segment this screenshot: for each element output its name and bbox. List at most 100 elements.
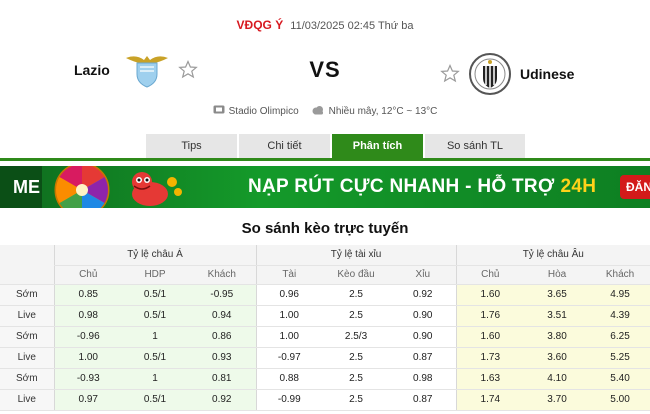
table-row: Live 0.98 0.5/1 0.94 1.00 2.5 0.90 1.76 3.51 4.39 bbox=[0, 305, 650, 327]
odds-cell: 0.81 bbox=[188, 368, 257, 390]
col-header: Hòa bbox=[524, 265, 591, 285]
col-header: Xỉu bbox=[390, 265, 457, 285]
odds-section-title: So sánh kèo trực tuyến bbox=[241, 220, 409, 237]
group-header-european: Tỷ lệ châu Âu bbox=[455, 245, 650, 266]
odds-cell: 0.92 bbox=[390, 284, 457, 306]
row-label: Sớm bbox=[0, 368, 54, 390]
odds-cell: 2.5 bbox=[322, 368, 391, 390]
odds-cell: 1.63 bbox=[455, 368, 525, 390]
table-row: Live 1.00 0.5/1 0.93 -0.97 2.5 0.87 1.73 3.60 5.2… bbox=[0, 347, 650, 369]
favorite-away-star-icon[interactable] bbox=[440, 64, 460, 84]
odds-cell: 2.5 bbox=[322, 347, 391, 369]
away-team-name[interactable]: Udinese bbox=[520, 66, 574, 82]
odds-cell: 0.5/1 bbox=[122, 284, 188, 306]
odds-cell: 1.76 bbox=[455, 305, 525, 327]
odds-cell: 1.00 bbox=[255, 326, 323, 348]
odds-cell: 0.96 bbox=[255, 284, 323, 306]
odds-cell: 0.93 bbox=[188, 347, 257, 369]
league-name[interactable]: VĐQG Ý bbox=[237, 18, 284, 32]
match-header-line: VĐQG Ý 11/03/2025 02:45 Thứ ba bbox=[0, 18, 650, 32]
cloud-icon bbox=[311, 105, 325, 118]
odds-cell: 3.51 bbox=[524, 305, 591, 327]
odds-cell: 0.97 bbox=[53, 389, 122, 411]
odds-comparison-table: Tỷ lệ châu Á Tỷ lệ tài xỉu Tỷ lệ châu Âu… bbox=[0, 245, 650, 411]
odds-cell: 3.65 bbox=[524, 284, 591, 306]
row-label: Live bbox=[0, 389, 54, 411]
venue-name: Stadio Olimpico bbox=[228, 105, 299, 117]
odds-cell: 4.95 bbox=[590, 284, 650, 306]
odds-cell: 0.87 bbox=[390, 347, 457, 369]
table-row: Sớm -0.93 1 0.81 0.88 2.5 0.98 1.63 4.10 5.40 bbox=[0, 368, 650, 390]
odds-cell: 2.5/3 bbox=[322, 326, 391, 348]
odds-cell: 3.80 bbox=[524, 326, 591, 348]
col-header: Khách bbox=[590, 265, 650, 285]
odds-cell: 2.5 bbox=[322, 389, 391, 411]
odds-cell: 0.85 bbox=[53, 284, 122, 306]
odds-cell: 1.73 bbox=[455, 347, 525, 369]
odds-cell: 0.90 bbox=[390, 305, 457, 327]
odds-cell: 5.00 bbox=[590, 389, 650, 411]
odds-cell: 1.60 bbox=[455, 326, 525, 348]
banner-main-text: NẠP RÚT CỰC NHANH - HỖ TRỢ bbox=[248, 176, 555, 197]
col-header: Kèo đầu bbox=[322, 265, 391, 285]
odds-cell: 0.87 bbox=[390, 389, 457, 411]
match-tabs: Tips Chi tiết Phân tích So sánh TL bbox=[146, 134, 527, 158]
odds-cell: 1 bbox=[122, 368, 188, 390]
tab-tips[interactable]: Tips bbox=[146, 134, 237, 158]
odds-cell: -0.99 bbox=[255, 389, 323, 411]
table-row: Sớm -0.96 1 0.86 1.00 2.5/3 0.90 1.60 3.80 6.25 bbox=[0, 326, 650, 348]
odds-cell: -0.93 bbox=[53, 368, 122, 390]
odds-cell: 6.25 bbox=[590, 326, 650, 348]
udinese-crest-icon bbox=[469, 53, 511, 95]
odds-cell: 0.5/1 bbox=[122, 347, 188, 369]
tab-underline bbox=[0, 158, 650, 161]
group-header-over-under: Tỷ lệ tài xỉu bbox=[255, 245, 457, 266]
odds-cell: -0.95 bbox=[188, 284, 257, 306]
odds-cell: 1.60 bbox=[455, 284, 525, 306]
away-team[interactable]: Udinese bbox=[440, 52, 574, 96]
odds-cell: 1.00 bbox=[255, 305, 323, 327]
row-label: Sớm bbox=[0, 284, 54, 306]
odds-cell: 0.90 bbox=[390, 326, 457, 348]
odds-cell: 0.88 bbox=[255, 368, 323, 390]
odds-cell: 0.92 bbox=[188, 389, 257, 411]
banner-register-button[interactable]: ĐĂN bbox=[620, 175, 650, 199]
odds-cell: 5.40 bbox=[590, 368, 650, 390]
odds-cell: 0.5/1 bbox=[122, 389, 188, 411]
odds-cell: 0.98 bbox=[390, 368, 457, 390]
group-header-asian: Tỷ lệ châu Á bbox=[53, 245, 257, 266]
odds-cell: -0.96 bbox=[53, 326, 122, 348]
tab-details[interactable]: Chi tiết bbox=[239, 134, 330, 158]
banner-highlight-text: 24H bbox=[560, 176, 597, 197]
odds-cell: 4.39 bbox=[590, 305, 650, 327]
table-corner bbox=[0, 245, 54, 285]
odds-cell: 1.74 bbox=[455, 389, 525, 411]
col-header: Chủ bbox=[455, 265, 525, 285]
row-label: Live bbox=[0, 347, 54, 369]
table-row: Sớm 0.85 0.5/1 -0.95 0.96 2.5 0.92 1.60 3.65 4.95 bbox=[0, 284, 650, 306]
banner-left-text: ME bbox=[0, 166, 42, 208]
odds-cell: 2.5 bbox=[322, 305, 391, 327]
odds-cell: -0.97 bbox=[255, 347, 323, 369]
weather-text: Nhiều mây, 12°C ~ 13°C bbox=[328, 105, 438, 117]
col-header: HDP bbox=[122, 265, 188, 285]
col-header: Chủ bbox=[53, 265, 122, 285]
row-label: Live bbox=[0, 305, 54, 327]
odds-cell: 0.5/1 bbox=[122, 305, 188, 327]
odds-cell: 0.86 bbox=[188, 326, 257, 348]
odds-cell: 1.00 bbox=[53, 347, 122, 369]
odds-cell: 0.94 bbox=[188, 305, 257, 327]
tab-analysis[interactable]: Phân tích bbox=[332, 134, 423, 158]
match-datetime: 11/03/2025 02:45 Thứ ba bbox=[290, 20, 414, 32]
odds-cell: 4.10 bbox=[524, 368, 591, 390]
col-header: Tài bbox=[255, 265, 323, 285]
tab-compare-odds[interactable]: So sánh TL bbox=[425, 134, 525, 158]
mascot-dragon-icon bbox=[132, 172, 182, 206]
odds-cell: 3.60 bbox=[524, 347, 591, 369]
venue-weather-line: Stadio Olimpico Nhiều mây, 12°C ~ 13°C bbox=[0, 104, 650, 118]
table-row: Live 0.97 0.5/1 0.92 -0.99 2.5 0.87 1.74 3.70 5.0… bbox=[0, 389, 650, 411]
odds-cell: 0.98 bbox=[53, 305, 122, 327]
promo-banner[interactable]: ME NẠP RÚT CỰC NHANH - HỖ TRỢ 24H ĐĂN bbox=[0, 166, 650, 208]
stadium-icon bbox=[213, 104, 225, 118]
col-header: Khách bbox=[188, 265, 257, 285]
